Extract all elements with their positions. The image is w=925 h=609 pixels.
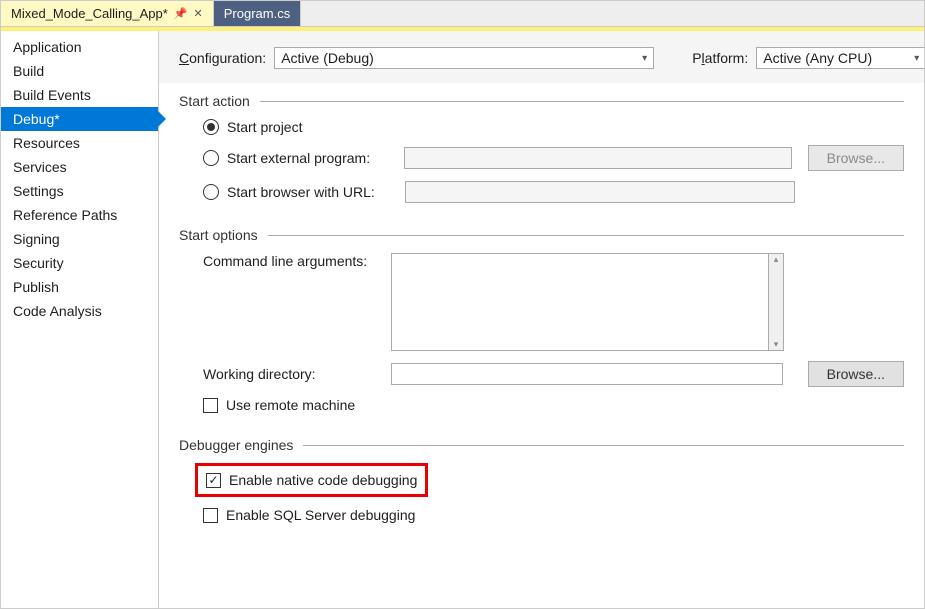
native-debugging-label: Enable native code debugging xyxy=(229,472,417,488)
cmd-args-label: Command line arguments: xyxy=(203,253,383,269)
sidebar-item-services[interactable]: Services xyxy=(1,155,158,179)
tab-label: Mixed_Mode_Calling_App* xyxy=(11,6,168,21)
divider xyxy=(303,445,904,446)
remote-label: Use remote machine xyxy=(226,397,355,413)
platform-label: Platform: xyxy=(692,50,748,66)
configuration-value: Active (Debug) xyxy=(281,50,374,66)
highlight-native-debugging: ✓ Enable native code debugging xyxy=(195,463,428,497)
config-row: Configuration: Active (Debug) ▾ Platform… xyxy=(159,31,924,83)
configuration-dropdown[interactable]: Active (Debug) ▾ xyxy=(274,47,654,69)
tab-active[interactable]: Mixed_Mode_Calling_App* 📌 ✕ xyxy=(1,1,214,26)
sidebar-item-code-analysis[interactable]: Code Analysis xyxy=(1,299,158,323)
platform-dropdown[interactable]: Active (Any CPU) ▾ xyxy=(756,47,924,69)
radio-label: Start browser with URL: xyxy=(227,184,397,200)
chevron-down-icon: ▾ xyxy=(914,53,919,64)
content-panel: Configuration: Active (Debug) ▾ Platform… xyxy=(159,31,924,608)
radio-start-project[interactable] xyxy=(203,119,219,135)
scroll-up-icon[interactable]: ▴ xyxy=(769,254,783,265)
section-title: Start action xyxy=(179,93,250,109)
divider xyxy=(268,235,904,236)
sidebar-item-signing[interactable]: Signing xyxy=(1,227,158,251)
sidebar-item-application[interactable]: Application xyxy=(1,35,158,59)
cmd-args-textarea[interactable] xyxy=(391,253,769,351)
platform-value: Active (Any CPU) xyxy=(763,50,872,66)
browser-url-input[interactable] xyxy=(405,181,795,203)
sidebar-item-resources[interactable]: Resources xyxy=(1,131,158,155)
sidebar-item-debug[interactable]: Debug* xyxy=(1,107,158,131)
pin-icon[interactable]: 📌 xyxy=(174,7,188,20)
section-start-options: Start options Command line arguments: ▴ … xyxy=(159,217,924,427)
checkbox-native-debugging[interactable]: ✓ xyxy=(206,473,221,488)
tab-label: Program.cs xyxy=(224,6,290,21)
external-program-input[interactable] xyxy=(404,147,792,169)
scroll-down-icon[interactable]: ▾ xyxy=(769,339,783,350)
radio-label: Start project xyxy=(227,119,302,135)
section-title: Debugger engines xyxy=(179,437,293,453)
section-title: Start options xyxy=(179,227,258,243)
checkbox-remote[interactable] xyxy=(203,398,218,413)
configuration-label: Configuration: xyxy=(179,50,266,66)
sidebar-item-security[interactable]: Security xyxy=(1,251,158,275)
section-debugger-engines: Debugger engines ✓ Enable native code de… xyxy=(159,427,924,537)
radio-start-browser[interactable] xyxy=(203,184,219,200)
sidebar-item-build[interactable]: Build xyxy=(1,59,158,83)
sidebar-item-reference-paths[interactable]: Reference Paths xyxy=(1,203,158,227)
section-start-action: Start action Start project Start externa… xyxy=(159,83,924,217)
close-icon[interactable]: ✕ xyxy=(194,7,203,20)
checkbox-sql-debugging[interactable] xyxy=(203,508,218,523)
tab-inactive[interactable]: Program.cs xyxy=(214,1,301,26)
divider xyxy=(260,101,904,102)
working-dir-label: Working directory: xyxy=(203,366,383,382)
sql-debugging-label: Enable SQL Server debugging xyxy=(226,507,415,523)
sidebar-item-build-events[interactable]: Build Events xyxy=(1,83,158,107)
working-dir-input[interactable] xyxy=(391,363,783,385)
tab-bar: Mixed_Mode_Calling_App* 📌 ✕ Program.cs xyxy=(1,1,924,27)
browse-button-external[interactable]: Browse... xyxy=(808,145,904,171)
sidebar-item-settings[interactable]: Settings xyxy=(1,179,158,203)
browse-button-workdir[interactable]: Browse... xyxy=(808,361,904,387)
sidebar: Application Build Build Events Debug* Re… xyxy=(1,31,159,608)
radio-label: Start external program: xyxy=(227,150,396,166)
chevron-down-icon: ▾ xyxy=(642,53,647,64)
radio-start-external[interactable] xyxy=(203,150,219,166)
sidebar-item-publish[interactable]: Publish xyxy=(1,275,158,299)
